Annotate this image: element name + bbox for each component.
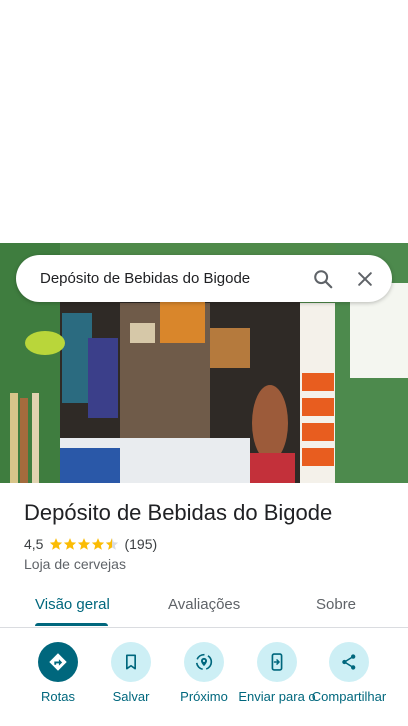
star-icon (50, 538, 63, 550)
place-category: Loja de cervejas (24, 556, 126, 572)
tab-about[interactable]: Sobre (316, 596, 356, 613)
send-to-phone-label: Enviar para o (238, 689, 316, 704)
share-button[interactable]: Compartilhar (307, 642, 391, 704)
rating-value: 4,5 (24, 536, 44, 552)
save-label: Salvar (112, 689, 150, 704)
star-icon (64, 538, 77, 550)
star-rating (49, 537, 119, 551)
search-icon[interactable] (306, 262, 340, 296)
close-icon[interactable] (348, 262, 382, 296)
bookmark-icon (126, 654, 136, 670)
nearby-label: Próximo (180, 689, 228, 704)
share-icon (342, 654, 356, 670)
nearby-button[interactable]: Próximo (162, 642, 246, 704)
search-input[interactable]: Depósito de Bebidas do Bigode (40, 270, 306, 287)
tab-overview[interactable]: Visão geral (35, 596, 110, 613)
action-bar: Rotas Salvar Próximo Enviar para o Compa… (0, 642, 408, 726)
star-icon (92, 538, 105, 550)
star-half-icon (106, 538, 119, 550)
nearby-icon (195, 653, 213, 671)
rating-row[interactable]: 4,5 (195) (24, 536, 157, 552)
send-to-phone-icon (271, 653, 283, 671)
place-title: Depósito de Bebidas do Bigode (24, 500, 333, 525)
directions-button[interactable]: Rotas (16, 642, 100, 704)
search-bar[interactable]: Depósito de Bebidas do Bigode (16, 255, 392, 302)
directions-label: Rotas (41, 689, 75, 704)
review-count[interactable]: (195) (124, 536, 157, 552)
tab-bar: Visão geral Avaliações Sobre (0, 585, 408, 628)
share-label: Compartilhar (311, 689, 387, 704)
star-icon (78, 538, 91, 550)
directions-icon (49, 653, 67, 671)
active-tab-indicator (35, 623, 108, 626)
save-button[interactable]: Salvar (89, 642, 173, 704)
tab-reviews[interactable]: Avaliações (168, 596, 240, 613)
